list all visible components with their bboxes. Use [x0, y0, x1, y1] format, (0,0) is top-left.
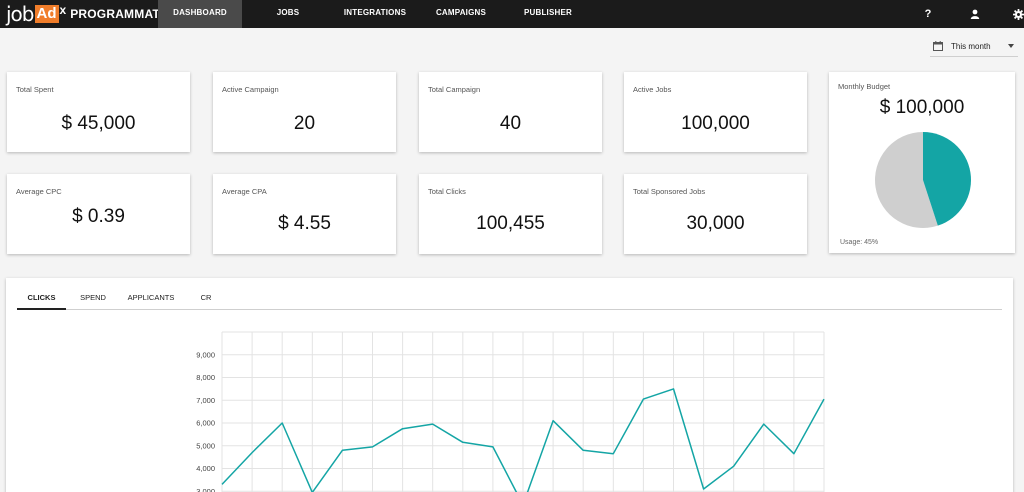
- card-total-campaign: Total Campaign 40: [419, 72, 602, 152]
- card-total-spent: Total Spent $ 45,000: [7, 72, 190, 152]
- card-label: Total Spent: [16, 85, 54, 94]
- user-icon[interactable]: [966, 0, 984, 28]
- gear-icon[interactable]: [1011, 0, 1024, 28]
- y-tick-label: 5,000: [196, 441, 215, 450]
- y-tick-label: 8,000: [196, 373, 215, 382]
- budget-usage-label: Usage: 45%: [840, 239, 879, 246]
- nav-dashboard[interactable]: DASHBOARD: [158, 0, 242, 28]
- nav-integrations[interactable]: INTEGRATIONS: [334, 0, 416, 28]
- nav-jobs[interactable]: JOBS: [262, 0, 314, 28]
- clicks-line-chart: 3,000 4,000 5,000 6,000 7,000 8,000 9,000: [196, 331, 825, 492]
- card-label: Total Clicks: [428, 187, 466, 196]
- y-tick-label: 7,000: [196, 396, 215, 405]
- brand-logo[interactable]: job Ad x PROGRAMMATIC: [6, 2, 172, 26]
- date-range-value: This month: [951, 42, 991, 51]
- card-value: $ 45,000: [61, 113, 136, 134]
- card-label: Average CPA: [222, 187, 267, 196]
- card-monthly-budget: Monthly Budget $ 100,000 Usage: 45%: [829, 72, 1015, 253]
- chevron-down-icon: [1008, 44, 1014, 48]
- card-value: 30,000: [686, 213, 745, 234]
- nav-publisher[interactable]: PUBLISHER: [514, 0, 582, 28]
- card-value: 100,000: [681, 113, 750, 134]
- card-total-sponsored-jobs: Total Sponsored Jobs 30,000: [624, 174, 807, 254]
- card-total-clicks: Total Clicks 100,455: [419, 174, 602, 254]
- card-label: Active Jobs: [633, 85, 672, 94]
- card-label: Total Campaign: [428, 85, 481, 94]
- budget-pie-chart: [875, 132, 971, 228]
- chart-panel: CLICKS SPEND APPLICANTS CR 3,000 4,000 5,0…: [6, 278, 1013, 492]
- card-label: Active Campaign: [222, 85, 279, 94]
- y-tick-label: 6,000: [196, 419, 215, 428]
- card-active-jobs: Active Jobs 100,000: [624, 72, 807, 152]
- budget-title: Monthly Budget: [838, 82, 891, 91]
- card-average-cpa: Average CPA $ 4.55: [213, 174, 396, 254]
- y-tick-label: 4,000: [196, 464, 215, 473]
- card-value: $ 0.39: [72, 206, 125, 227]
- card-label: Average CPC: [16, 187, 62, 196]
- y-tick-label: 9,000: [196, 350, 215, 359]
- card-value: $ 4.55: [278, 213, 331, 234]
- card-value: 40: [499, 113, 522, 134]
- y-tick-label: 3,000: [196, 487, 215, 492]
- logo-x-text: x: [59, 3, 67, 17]
- budget-value: $ 100,000: [879, 97, 965, 118]
- calendar-icon: [933, 40, 943, 53]
- logo-ad-text: Ad: [34, 5, 59, 23]
- help-icon[interactable]: ?: [919, 0, 937, 28]
- card-active-campaign: Active Campaign 20: [213, 72, 396, 152]
- card-label: Total Sponsored Jobs: [633, 187, 706, 196]
- logo-job-text: job: [6, 2, 34, 26]
- top-navigation: job Ad x PROGRAMMATIC DASHBOARD JOBS INT…: [0, 0, 1024, 28]
- card-value: 20: [293, 113, 316, 134]
- date-range-select[interactable]: This month: [930, 37, 1018, 57]
- card-average-cpc: Average CPC $ 0.39: [7, 174, 190, 254]
- card-value: 100,455: [476, 213, 545, 234]
- nav-campaigns[interactable]: CAMPAIGNS: [426, 0, 496, 28]
